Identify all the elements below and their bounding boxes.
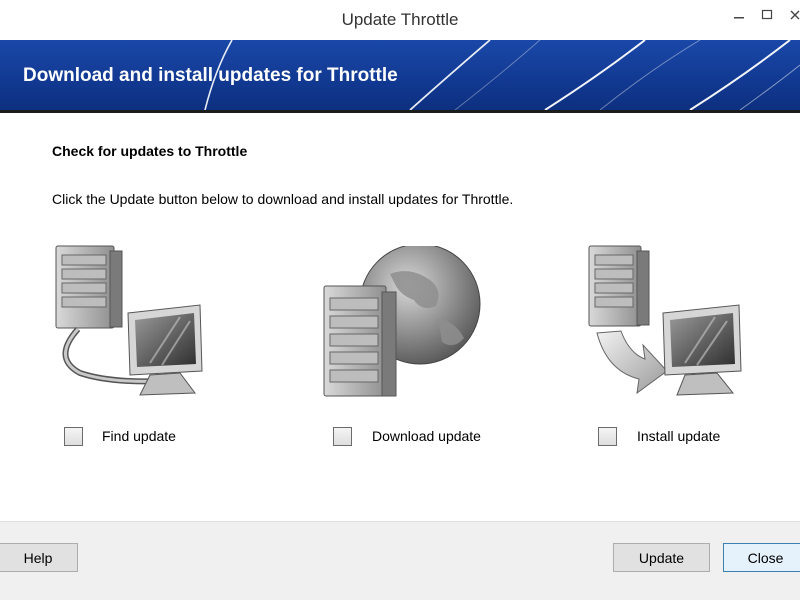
download-update-label: Download update <box>372 428 481 444</box>
install-update-checkbox[interactable] <box>598 427 617 446</box>
banner-title: Download and install updates for Throttl… <box>23 65 398 86</box>
find-update-label: Find update <box>102 428 176 444</box>
help-button[interactable]: Help <box>0 543 78 572</box>
section-heading: Check for updates to Throttle <box>52 143 248 159</box>
minimize-icon[interactable] <box>726 4 752 26</box>
header-banner: Download and install updates for Throttl… <box>0 40 800 110</box>
window-title: Update Throttle <box>341 10 459 29</box>
find-update-checkbox[interactable] <box>64 427 83 446</box>
banner-divider <box>0 110 800 113</box>
server-install-arrow-icon <box>585 241 750 406</box>
server-to-computer-icon <box>50 243 215 408</box>
maximize-icon[interactable] <box>754 4 780 26</box>
section-description: Click the Update button below to downloa… <box>52 191 514 207</box>
install-update-label: Install update <box>637 428 721 444</box>
close-icon[interactable] <box>782 4 800 26</box>
update-button[interactable]: Update <box>613 543 710 572</box>
server-globe-icon <box>318 243 488 411</box>
title-bar: Update Throttle <box>0 0 800 40</box>
close-button[interactable]: Close <box>723 543 800 572</box>
download-update-checkbox[interactable] <box>333 427 352 446</box>
